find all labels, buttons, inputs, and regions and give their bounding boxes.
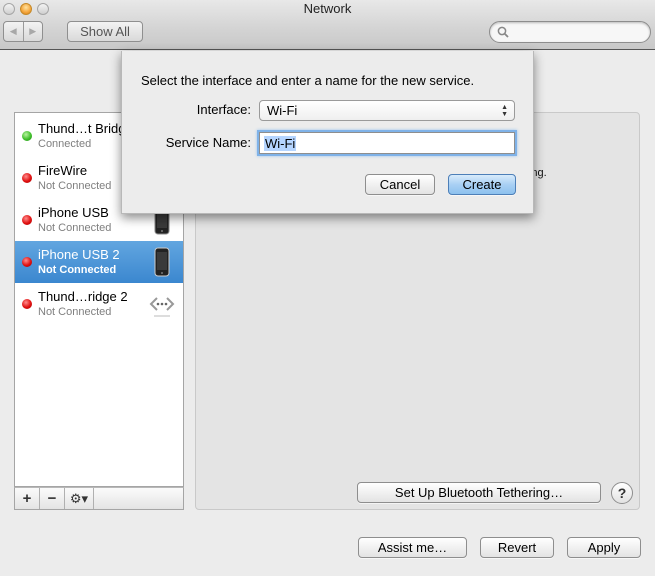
status-disconnected-icon — [22, 173, 32, 183]
service-status: Not Connected — [38, 264, 117, 276]
service-name-value: Wi-Fi — [264, 135, 297, 151]
status-connected-icon — [22, 131, 32, 141]
interface-popup[interactable]: Wi-Fi ▲ ▼ — [259, 100, 515, 121]
show-all-button[interactable]: Show All — [67, 21, 143, 42]
assist-me-button[interactable]: Assist me… — [358, 537, 467, 558]
status-disconnected-icon — [22, 257, 32, 267]
service-name: iPhone USB — [38, 205, 109, 220]
service-name: FireWire — [38, 163, 88, 178]
create-button[interactable]: Create — [448, 174, 516, 195]
revert-button[interactable]: Revert — [480, 537, 554, 558]
service-name: Thund…ridge 2 — [38, 289, 128, 304]
sheet-prompt: Select the interface and enter a name fo… — [141, 73, 475, 88]
interface-label: Interface: — [196, 102, 251, 117]
apply-button[interactable]: Apply — [567, 537, 641, 558]
status-disconnected-icon — [22, 299, 32, 309]
service-item-thunderbolt-bridge-2[interactable]: Thund…ridge 2 Not Connected — [15, 283, 183, 325]
iphone-icon — [154, 247, 170, 277]
thunderbolt-bridge-icon — [149, 297, 175, 317]
back-arrow-icon[interactable]: ◀ — [4, 22, 24, 41]
service-item-iphone-usb-2[interactable]: iPhone USB 2 Not Connected — [15, 241, 183, 283]
service-name: iPhone USB 2 — [38, 247, 120, 262]
service-name-field[interactable]: Wi-Fi — [259, 132, 515, 154]
back-forward-control[interactable]: ◀ ▶ — [3, 21, 43, 42]
window-title: Network — [303, 1, 352, 16]
service-list-toolbar: + − ⚙▾ — [14, 487, 184, 510]
service-status: Not Connected — [38, 222, 112, 234]
cancel-button[interactable]: Cancel — [365, 174, 435, 195]
popup-arrows-icon: ▲ ▼ — [501, 104, 508, 118]
search-field[interactable] — [489, 21, 651, 43]
service-status: Not Connected — [38, 306, 112, 318]
service-status: Connected — [38, 138, 92, 150]
service-status: Not Connected — [38, 180, 112, 192]
remove-service-button[interactable]: − — [40, 488, 65, 509]
service-name-label: Service Name: — [165, 135, 251, 150]
interface-value: Wi-Fi — [267, 103, 298, 118]
forward-arrow-icon[interactable]: ▶ — [24, 22, 43, 41]
gear-menu-button[interactable]: ⚙▾ — [65, 488, 94, 509]
bluetooth-tethering-button[interactable]: Set Up Bluetooth Tethering… — [357, 482, 601, 503]
service-name: Thund…t Bridge — [38, 121, 133, 136]
window-toolbar: Network ◀ ▶ Show All — [0, 0, 655, 50]
help-button[interactable]: ? — [611, 482, 633, 504]
search-icon — [497, 26, 509, 38]
new-service-sheet: Select the interface and enter a name fo… — [121, 51, 534, 214]
add-service-button[interactable]: + — [15, 488, 40, 509]
status-disconnected-icon — [22, 215, 32, 225]
